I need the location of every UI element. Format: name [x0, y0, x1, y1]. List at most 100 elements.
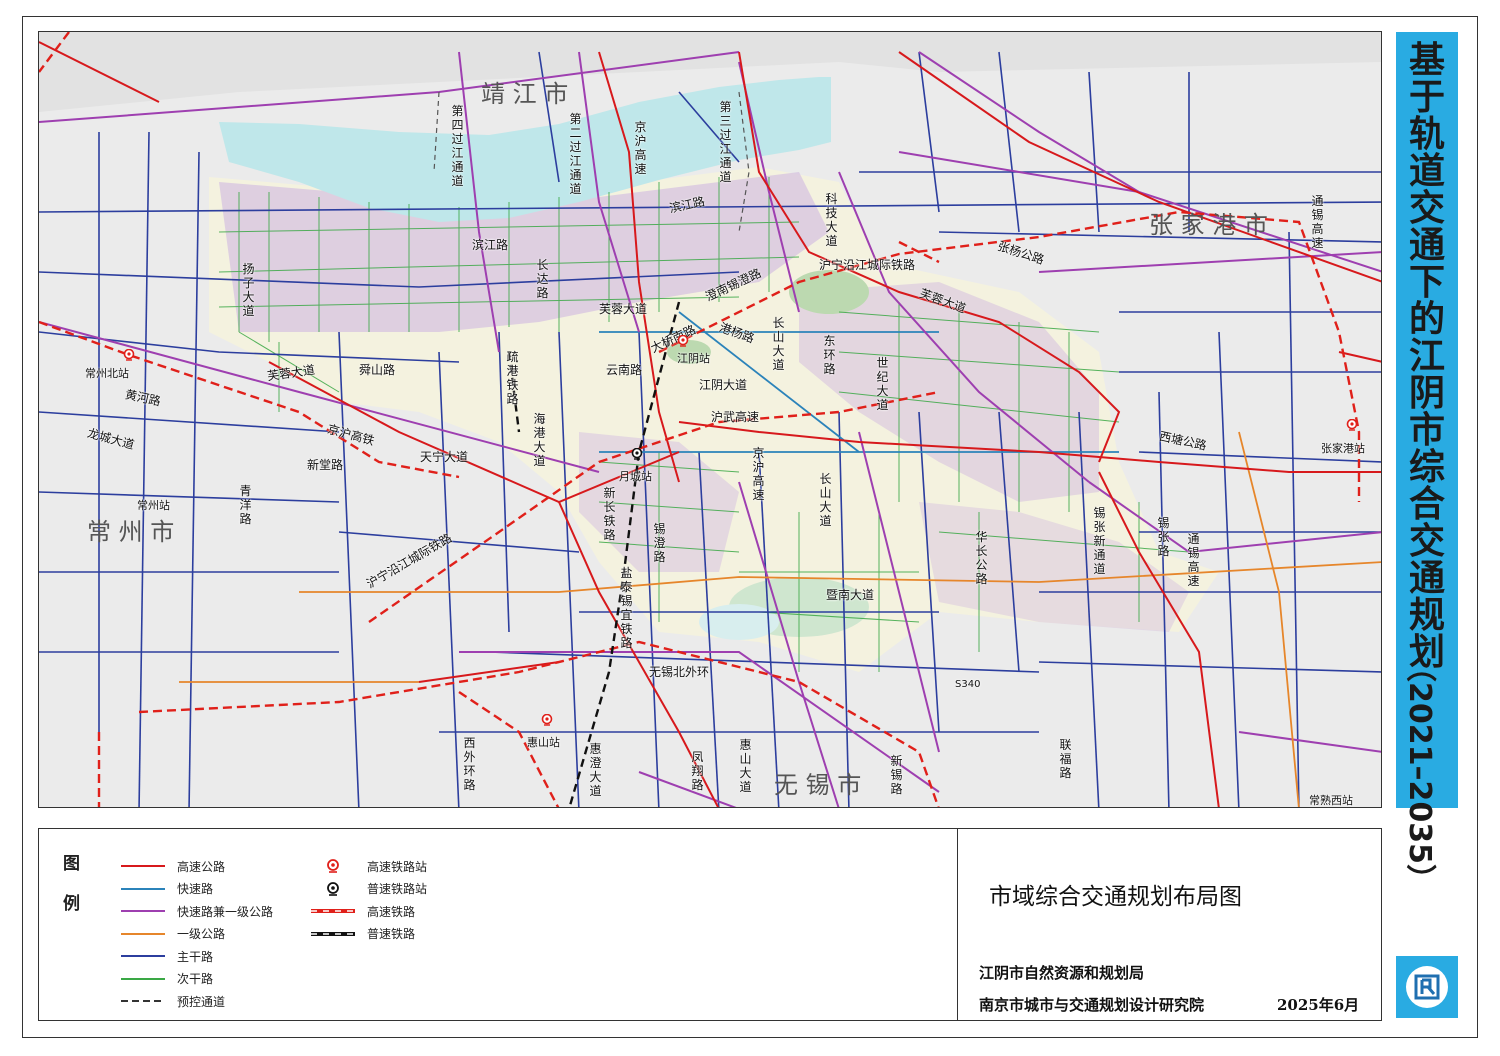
- sidebar-years: （2021–2035）: [1396, 652, 1458, 894]
- legend-item: 普速铁路: [311, 925, 415, 943]
- road-label-xizhang: 锡张路: [1157, 516, 1170, 558]
- legend-symbol-rail: [311, 925, 355, 943]
- road-label-shugang: 疏港铁路: [506, 350, 519, 406]
- road-label-qingyang: 青洋路: [239, 484, 252, 526]
- road-label-furong-c: 芙蓉大道: [599, 302, 648, 316]
- road-label-changda: 长达路: [536, 258, 549, 300]
- map-panel[interactable]: 靖 江 市 张 家 港 市 常 州 市 无 锡 市 滨江路 滨江路 芙蓉大道 芙…: [38, 31, 1382, 808]
- legend-label: 一级公路: [177, 927, 226, 941]
- road-label-xiwaihuan: 西外环路: [463, 736, 476, 792]
- legend-symbol-line: [121, 947, 165, 965]
- road-label-yangzi: 扬子大道: [242, 262, 255, 318]
- hsr-station-icon[interactable]: [541, 714, 553, 726]
- legend-symbol-line: [121, 880, 165, 898]
- institute-logo: [1396, 956, 1458, 1018]
- road-label-lianfu: 联福路: [1059, 738, 1072, 780]
- legend-symbol-hsr-station: [311, 857, 355, 875]
- hsr-station-icon[interactable]: [1346, 419, 1358, 431]
- title-sidebar: 基于轨道交通下的江阴市综合交通规划 （2021–2035）: [1396, 32, 1458, 894]
- road-label-fengxiang: 凤翔路: [691, 750, 704, 792]
- legend-symbol-line: [121, 925, 165, 943]
- legend-divider: [957, 829, 958, 1020]
- road-label-tongxi: 通锡高速: [1187, 532, 1200, 588]
- legend-symbol-line: [121, 970, 165, 988]
- legend-label: 普速铁路: [367, 927, 416, 941]
- road-label-binjiang-w: 滨江路: [472, 238, 509, 252]
- sidebar-title: 基于轨道交通下的江阴市综合交通规划: [1408, 40, 1445, 673]
- road-label-di2: 第二过江通道: [569, 112, 582, 196]
- hsr-station-icon[interactable]: [677, 335, 689, 347]
- road-label-changshan-s: 长山大道: [819, 472, 832, 528]
- legend-label: 高速公路: [177, 859, 226, 874]
- legend-item: 快速路兼一级公路: [121, 902, 273, 920]
- station-label-changshu-west: 常熟西站: [1309, 794, 1353, 807]
- road-label-s340: S340: [955, 679, 981, 690]
- legend-symbol-line: [121, 902, 165, 920]
- legend-label: 次干路: [177, 972, 214, 986]
- road-label-wuxi-north-ring: 无锡北外环: [649, 665, 710, 679]
- road-label-yantaixiyi: 盐泰锡宜铁路: [620, 566, 633, 650]
- road-label-huicheng: 惠澄大道: [589, 742, 602, 798]
- map-title: 市域综合交通规划布局图: [989, 884, 1242, 910]
- logo-icon: [1406, 966, 1448, 1008]
- legend-item: 高速公路: [121, 857, 225, 875]
- legend-label: 主干路: [177, 949, 214, 964]
- station-label-jiangyin: 江阴站: [677, 352, 710, 365]
- road-label-tianning: 天宁大道: [420, 450, 469, 464]
- road-label-huachang: 华长公路: [975, 530, 988, 586]
- legend-item: 预控通道: [121, 992, 225, 1010]
- road-label-xintang: 新堂路: [307, 458, 344, 472]
- legend-symbol-line: [121, 857, 165, 875]
- road-label-shiji: 世纪大道: [876, 356, 889, 412]
- legend-heading-1: 图: [63, 854, 80, 874]
- legend-symbol-hsr: [311, 902, 355, 920]
- road-label-jinghu-n: 京沪高速: [634, 120, 647, 176]
- road-label-jinan: 暨南大道: [826, 588, 875, 602]
- city-label-jingjiang: 靖 江 市: [481, 80, 569, 108]
- legend-label: 高速铁路: [367, 904, 416, 919]
- road-label-xicheng: 锡澄路: [653, 522, 666, 564]
- road-label-shunshan: 舜山路: [359, 363, 396, 377]
- legend-symbol-dash: [121, 992, 165, 1010]
- road-label-huning-intercity: 沪宁沿江城际铁路: [819, 258, 916, 272]
- road-label-jiangyin-ave: 江阴大道: [699, 378, 748, 392]
- legend-item: 一级公路: [121, 925, 225, 943]
- rail-station-icon[interactable]: [631, 448, 643, 460]
- legend-label: 快速路兼一级公路: [177, 904, 274, 919]
- city-label-wuxi: 无 锡 市: [774, 771, 862, 799]
- legend-item: 主干路: [121, 947, 213, 965]
- station-label-huishan: 惠山站: [527, 736, 560, 749]
- road-label-di3: 第三过江通道: [719, 100, 732, 184]
- road-label-tongxi-ne: 通锡高速: [1311, 194, 1324, 250]
- legend-label: 高速铁路站: [367, 859, 428, 874]
- legend-item: 快速路: [121, 880, 213, 898]
- road-label-xinxi: 新锡路: [890, 754, 903, 796]
- road-label-haigang: 海港大道: [533, 412, 546, 468]
- legend-symbol-rail-station: [311, 880, 355, 898]
- road-label-jinghu-s: 京沪高速: [752, 446, 765, 502]
- station-label-changzhou: 常州站: [137, 499, 170, 512]
- road-label-xinchang: 新长铁路: [603, 486, 616, 542]
- station-label-zhangjiagang: 张家港站: [1321, 442, 1365, 455]
- road-label-di4: 第四过江通道: [451, 104, 464, 188]
- sidebar-years-text: （2021–2035）: [1402, 652, 1437, 894]
- legend-item: 普速铁路站: [311, 880, 427, 898]
- legend-label: 普速铁路站: [367, 882, 428, 896]
- legend-label: 预控通道: [177, 994, 226, 1009]
- station-label-changzhou-north: 常州北站: [85, 367, 129, 380]
- hsr-station-icon[interactable]: [123, 349, 135, 361]
- city-label-zhangjiagang: 张 家 港 市: [1149, 211, 1268, 239]
- city-label-changzhou: 常 州 市: [87, 518, 175, 546]
- road-label-huishan-ave: 惠山大道: [739, 738, 752, 794]
- road-label-huwu: 沪武高速: [711, 410, 760, 424]
- road-label-yunnan: 云南路: [606, 363, 643, 377]
- legend-item: 高速铁路: [311, 902, 415, 920]
- legend-heading-2: 例: [63, 894, 80, 914]
- station-label-yuecheng: 月城站: [619, 470, 652, 483]
- org-planning-institute: 南京市城市与交通规划设计研究院: [979, 996, 1205, 1014]
- legend-item: 高速铁路站: [311, 857, 427, 875]
- road-label-xizhangxintong: 锡张新通道: [1093, 506, 1106, 576]
- road-label-dongwai: 东环路: [823, 334, 836, 376]
- legend-item: 次干路: [121, 970, 213, 988]
- road-label-keji: 科技大道: [825, 192, 838, 248]
